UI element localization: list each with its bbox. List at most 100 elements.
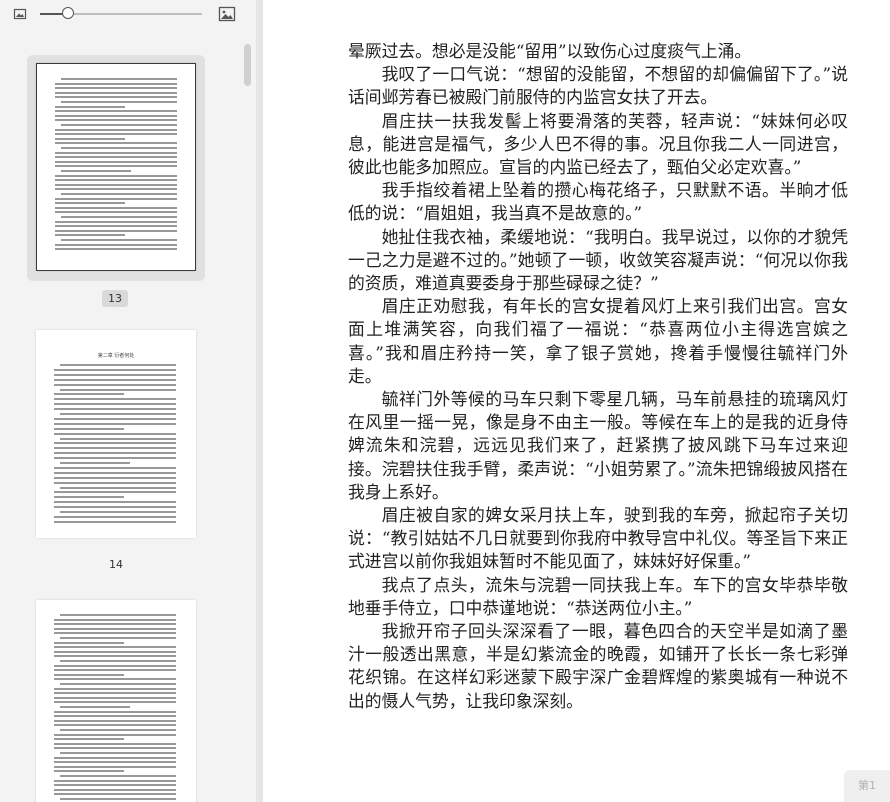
thumbnail-text-line bbox=[54, 520, 176, 523]
thumbnail-text-line bbox=[54, 756, 176, 759]
thumbnail-text-line bbox=[60, 437, 176, 440]
large-image-icon[interactable] bbox=[218, 5, 236, 23]
thumbnail-text-line bbox=[61, 124, 177, 126]
thumbnail-text-line bbox=[54, 427, 124, 430]
thumbnail-text-line bbox=[60, 413, 176, 415]
thumbnail-text-line bbox=[60, 775, 176, 777]
thumbnail-text-line bbox=[55, 105, 125, 108]
thumbnail-text-line bbox=[55, 197, 177, 200]
paragraph: 我手指绞着裙上坠着的攒心梅花络子，只默默不语。半晌才低低的说：“眉姐姐，我当真不… bbox=[348, 180, 848, 224]
thumbnail-text-line bbox=[54, 618, 176, 621]
thumbnail-text-line bbox=[54, 747, 176, 750]
thumbnail-text-line bbox=[54, 368, 176, 371]
thumbnail-text-line bbox=[55, 114, 177, 117]
thumbnail-text-line bbox=[54, 457, 176, 460]
thumbnail-text-line bbox=[60, 706, 130, 708]
thumbnail-text-line bbox=[54, 408, 176, 411]
thumbnail-toolbar bbox=[0, 0, 248, 30]
thumbnail-page-image: 第二章 衍者何处 bbox=[36, 330, 196, 538]
thumbnail-text-line bbox=[55, 151, 177, 154]
sidebar-divider[interactable] bbox=[256, 0, 263, 802]
thumbnail-text-line bbox=[54, 678, 176, 681]
paragraph: 我点了点头，流朱与浣碧一同扶我上车。车下的宫女毕恭毕敬地垂手侍立，口中恭谨地说：… bbox=[348, 574, 848, 618]
thumbnail-text-line bbox=[54, 742, 176, 745]
page-indicator-button[interactable]: 第1 bbox=[844, 770, 890, 802]
thumbnail-text-line bbox=[55, 128, 177, 131]
thumbnail-text-line bbox=[54, 447, 176, 450]
thumbnail-text-line bbox=[54, 793, 176, 796]
thumbnail-text-line bbox=[60, 729, 176, 731]
small-image-icon[interactable] bbox=[12, 6, 28, 22]
thumbnail-page-14[interactable]: 第二章 衍者何处 bbox=[27, 322, 205, 544]
thumbnail-text-line bbox=[54, 738, 124, 741]
thumbnail-text-line bbox=[61, 78, 177, 80]
thumbnail-text-line bbox=[54, 383, 176, 386]
thumbnail-text-line bbox=[54, 655, 176, 658]
thumbnail-text-line bbox=[54, 471, 176, 474]
thumbnail-text-line bbox=[60, 511, 176, 513]
thumbnail-text-line bbox=[55, 156, 177, 159]
paragraph: 眉庄被自家的婢女采月扶上车，驶到我的车旁，掀起帘子关切说：“教引姑姑不几日就要到… bbox=[348, 505, 848, 572]
sidebar-scrollbar[interactable] bbox=[244, 44, 251, 86]
thumbnail-text-line bbox=[55, 220, 177, 223]
thumbnail-text-line bbox=[60, 683, 176, 685]
thumbnail-text-line bbox=[61, 147, 177, 149]
paragraph: 我掀开帘子回头深深看了一眼，暮色四合的天空半是如滴了墨汁一般透出黑意，半是幻紫流… bbox=[348, 621, 848, 711]
thumbnail-text-line bbox=[54, 627, 176, 630]
thumbnail-text-line bbox=[54, 466, 176, 469]
thumbnail-text-line bbox=[55, 82, 177, 85]
thumbnail-text-line bbox=[61, 193, 177, 195]
thumbnail-text-line bbox=[54, 476, 176, 479]
thumbnail-text-line bbox=[55, 234, 125, 237]
thumbnail-text-line bbox=[55, 96, 177, 99]
paragraph: 眉庄扶一扶我发髻上将要滑落的芙蓉，轻声说：“妹妹何必叹息，能进宫是福气，多少人巴… bbox=[348, 110, 848, 178]
document-page: 晕厥过去。想必是没能“留用”以致伤心过度痰气上涌。 我叹了一口气说：“想留的没能留… bbox=[263, 0, 890, 802]
thumbnail-page-number: 13 bbox=[102, 290, 128, 307]
thumbnail-text-line bbox=[54, 650, 176, 653]
thumbnail-text-line bbox=[60, 637, 176, 639]
thumbnail-text-line bbox=[55, 160, 177, 163]
thumbnail-page-15[interactable] bbox=[27, 592, 205, 802]
thumbnail-text-line bbox=[61, 239, 177, 241]
thumbnail-text-line bbox=[55, 179, 177, 182]
thumbnail-text-line bbox=[55, 119, 177, 122]
thumbnail-text-line bbox=[55, 133, 177, 136]
thumbnail-text-line bbox=[54, 710, 176, 713]
thumbnail-text-line bbox=[60, 798, 176, 800]
thumbnail-text-line bbox=[54, 765, 176, 768]
thumbnail-chapter-heading: 第二章 衍者何处 bbox=[97, 353, 135, 359]
thumbnail-text-line bbox=[54, 641, 124, 644]
thumbnail-text-line bbox=[55, 229, 177, 232]
thumbnail-text-line bbox=[54, 719, 176, 722]
thumbnail-text-line bbox=[55, 91, 177, 94]
thumbnail-text-line bbox=[54, 491, 176, 494]
thumbnail-text-line bbox=[54, 724, 176, 727]
paragraph: 毓祥门外等候的马车只剩下零星几辆，马车前悬挂的琉璃风灯在风里一摇一晃，像是身不由… bbox=[348, 389, 848, 502]
thumbnail-text-line bbox=[60, 660, 176, 662]
thumbnail-text-line bbox=[55, 87, 177, 90]
paragraph: 她扯住我衣袖，柔缓地说：“我明白。我早说过，以你的才貌凭一己之力是避不过的。”她… bbox=[348, 226, 848, 294]
thumbnail-text-line bbox=[54, 403, 176, 406]
thumbnail-text-line bbox=[55, 142, 177, 145]
thumbnail-text-line bbox=[54, 761, 176, 764]
thumbnail-page-13[interactable] bbox=[27, 55, 205, 281]
thumbnail-text-line bbox=[61, 101, 177, 103]
thumbnail-page-image bbox=[36, 600, 196, 802]
thumbnail-text-line bbox=[60, 752, 176, 754]
thumbnail-text-line bbox=[54, 770, 124, 773]
thumbnail-text-line bbox=[54, 515, 176, 518]
thumbnail-text-line bbox=[54, 442, 176, 445]
thumbnail-text-line bbox=[54, 506, 176, 509]
thumbnail-text-line bbox=[54, 417, 176, 420]
thumbnail-text-line bbox=[54, 687, 176, 690]
thumbnail-text-line bbox=[60, 364, 176, 366]
thumbnail-text-line bbox=[55, 211, 177, 214]
thumbnail-text-line bbox=[54, 646, 176, 649]
thumbnail-text-line bbox=[54, 733, 176, 736]
thumbnail-text-line bbox=[55, 183, 177, 186]
zoom-slider-handle[interactable] bbox=[62, 7, 74, 19]
thumbnail-text-line bbox=[54, 378, 176, 381]
thumbnail-text-line bbox=[55, 165, 177, 168]
thumbnail-text-line bbox=[54, 481, 176, 484]
thumbnail-text-line bbox=[60, 614, 176, 616]
